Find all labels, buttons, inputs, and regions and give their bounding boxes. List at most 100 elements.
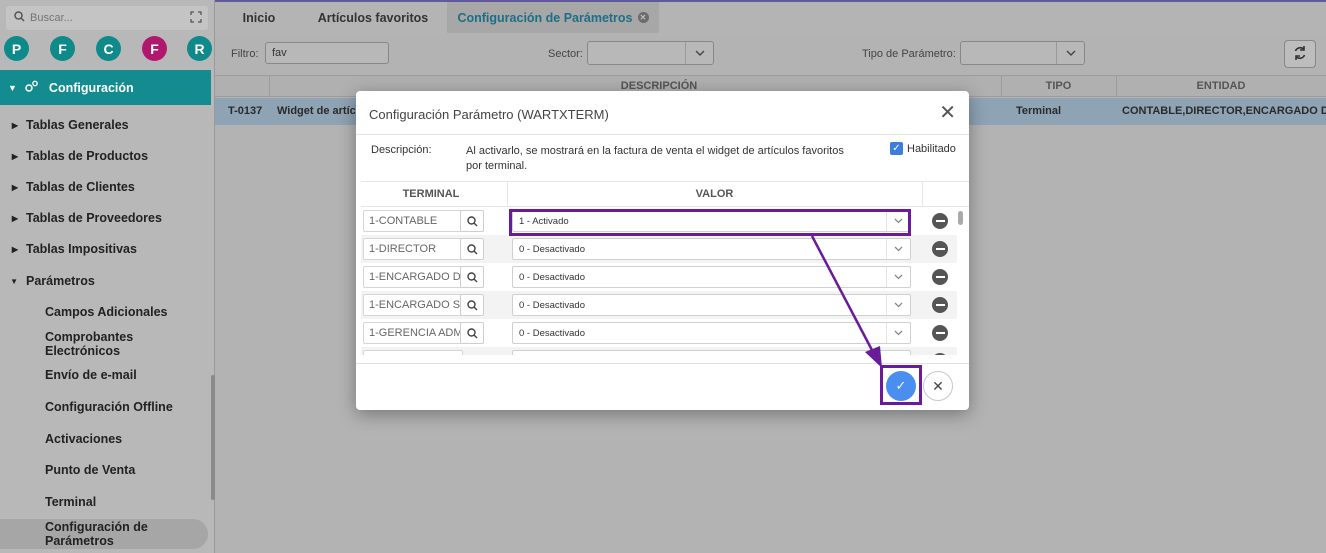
remove-row-icon[interactable] <box>932 297 948 313</box>
letter-button-p[interactable]: P <box>4 36 29 61</box>
expand-icon[interactable] <box>190 11 202 26</box>
search-icon[interactable] <box>460 266 484 288</box>
grid-header: TERMINAL VALOR <box>361 181 969 207</box>
column-header-tipo[interactable]: TIPO <box>1001 80 1116 92</box>
tab-configuracion-parametros[interactable]: Configuración de Parámetros ✕ <box>447 2 659 33</box>
terminal-field[interactable]: 1-ENCARGADO SUCURSAL <box>363 294 463 316</box>
valor-value: 0 - Desactivado <box>519 272 586 283</box>
filter-bar: Filtro: Sector: Tipo de Parámetro: <box>215 34 1326 74</box>
sidebar-subitem-punto-de-venta[interactable]: Punto de Venta <box>0 455 211 485</box>
sidebar-section-configuracion[interactable]: ▼ Configuración <box>0 70 211 105</box>
tab-bar: Inicio Artículos favoritos Configuración… <box>215 0 1326 34</box>
remove-row-icon[interactable] <box>932 213 948 229</box>
valor-select[interactable]: 0 - Desactivado <box>512 294 911 316</box>
sidebar-search-input[interactable] <box>30 9 180 27</box>
description-text: Al activarlo, se mostrará en la factura … <box>466 145 844 172</box>
sidebar-subitem-envio-email[interactable]: Envío de e-mail <box>0 360 211 390</box>
parameter-config-dialog: Configuración Parámetro (WARTXTERM) ✕ De… <box>356 91 969 410</box>
remove-row-icon[interactable] <box>932 353 948 355</box>
sidebar-search[interactable] <box>6 6 208 30</box>
refresh-button[interactable] <box>1284 40 1316 68</box>
column-header-entidad[interactable]: ENTIDAD <box>1116 80 1326 92</box>
sidebar-item-label: Tablas Impositivas <box>26 242 137 256</box>
valor-select[interactable] <box>512 350 911 355</box>
letter-button-f-alt[interactable]: F <box>142 36 167 61</box>
habilitado-label: Habilitado <box>907 142 956 155</box>
grid-row: 1-GERENCIA ADMINISTRACION 0 - Desactivad… <box>361 319 957 347</box>
chevron-down-icon <box>886 323 910 343</box>
close-icon: ✕ <box>932 377 944 394</box>
chevron-down-icon <box>685 42 713 64</box>
sidebar-item-tablas-impositivas[interactable]: ▶ Tablas Impositivas <box>0 234 211 264</box>
tab-inicio[interactable]: Inicio <box>215 2 303 33</box>
terminal-field[interactable] <box>363 350 463 355</box>
terminal-field[interactable]: 1-ENCARGADO DEPOSITO <box>363 266 463 288</box>
row-code: T-0137 <box>228 105 263 117</box>
quick-access-letters: P F C F R <box>2 36 212 62</box>
grid-row-partial <box>361 347 957 355</box>
valor-select[interactable]: 0 - Desactivado <box>512 266 911 288</box>
close-icon[interactable]: ✕ <box>939 103 956 123</box>
tipo-parametro-select[interactable] <box>960 41 1085 65</box>
chevron-down-icon <box>886 267 910 287</box>
sidebar-item-parametros[interactable]: ▼ Parámetros <box>0 266 211 296</box>
tipo-parametro-label: Tipo de Parámetro: <box>862 48 956 60</box>
tab-label: Configuración de Parámetros <box>457 10 633 25</box>
search-icon[interactable] <box>460 210 484 232</box>
sidebar-subitem-campos-adicionales[interactable]: Campos Adicionales <box>0 297 211 327</box>
sidebar-item-label: Tablas de Productos <box>26 149 149 163</box>
sidebar-item-tablas-proveedores[interactable]: ▶ Tablas de Proveedores <box>0 203 211 233</box>
column-divider <box>922 182 923 207</box>
sidebar-subitem-configuracion-offline[interactable]: Configuración Offline <box>0 392 211 422</box>
sidebar-scrollbar[interactable] <box>211 375 215 500</box>
scroll-thumb[interactable] <box>958 211 963 225</box>
tab-articulos-favoritos[interactable]: Artículos favoritos <box>303 2 443 33</box>
valor-select[interactable]: 0 - Desactivado <box>512 238 911 260</box>
column-header-terminal: TERMINAL <box>402 188 460 200</box>
sidebar-subitem-configuracion-parametros[interactable]: Configuración de Parámetros <box>0 519 208 549</box>
remove-row-icon[interactable] <box>932 325 948 341</box>
sidebar-section-label: Configuración <box>48 80 134 95</box>
gears-icon <box>25 80 39 95</box>
letter-button-r[interactable]: R <box>187 36 212 61</box>
remove-row-icon[interactable] <box>932 269 948 285</box>
sidebar: P F C F R ▼ Configuración ▶ Tablas Genera… <box>0 0 215 553</box>
search-icon[interactable] <box>460 238 484 260</box>
chevron-down-icon <box>1056 42 1084 64</box>
remove-row-icon[interactable] <box>932 241 948 257</box>
highlight-box-confirm <box>880 365 922 405</box>
sidebar-item-tablas-productos[interactable]: ▶ Tablas de Productos <box>0 141 211 171</box>
sidebar-subitem-terminal[interactable]: Terminal <box>0 487 211 517</box>
valor-value: 0 - Desactivado <box>519 300 586 311</box>
tab-close-icon[interactable]: ✕ <box>637 12 649 23</box>
grid-scrollbar[interactable] <box>958 209 964 355</box>
valor-value: 0 - Desactivado <box>519 328 586 339</box>
search-icon[interactable] <box>460 294 484 316</box>
caret-right-icon: ▶ <box>11 213 18 223</box>
letter-button-c[interactable]: C <box>96 36 121 61</box>
sidebar-subitem-comprobantes-electronicos[interactable]: Comprobantes Electrónicos <box>0 329 211 359</box>
refresh-icon <box>1293 45 1307 64</box>
caret-right-icon: ▶ <box>11 244 18 254</box>
chevron-down-icon <box>886 239 910 259</box>
sector-select[interactable] <box>587 41 714 65</box>
cancel-button[interactable]: ✕ <box>923 371 953 401</box>
highlight-box-valor <box>509 209 911 236</box>
caret-right-icon: ▶ <box>11 151 18 161</box>
terminal-field[interactable]: 1-GERENCIA ADMINISTRACION <box>363 322 463 344</box>
valor-select[interactable]: 0 - Desactivado <box>512 322 911 344</box>
terminal-field[interactable]: 1-DIRECTOR <box>363 238 463 260</box>
filter-input[interactable] <box>265 42 389 64</box>
terminal-field[interactable]: 1-CONTABLE <box>363 210 463 232</box>
habilitado-checkbox[interactable]: ✓ Habilitado <box>890 142 956 155</box>
sidebar-item-label: Tablas de Proveedores <box>26 211 162 225</box>
search-icon <box>14 11 25 25</box>
dialog-title: Configuración Parámetro (WARTXTERM) <box>369 107 609 122</box>
letter-button-f[interactable]: F <box>50 36 75 61</box>
caret-down-icon: ▼ <box>8 82 17 93</box>
grid-row: 1-DIRECTOR 0 - Desactivado <box>361 235 957 263</box>
sidebar-item-tablas-generales[interactable]: ▶ Tablas Generales <box>0 110 211 140</box>
search-icon[interactable] <box>460 322 484 344</box>
sidebar-item-tablas-clientes[interactable]: ▶ Tablas de Clientes <box>0 172 211 202</box>
sidebar-subitem-activaciones[interactable]: Activaciones <box>0 424 211 454</box>
